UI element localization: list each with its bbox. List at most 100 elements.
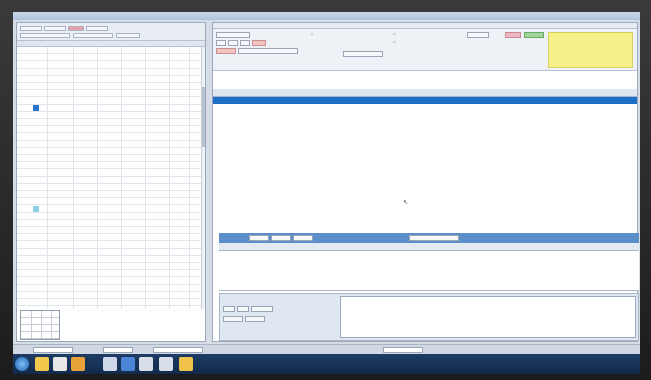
schedule-row[interactable] [17,90,203,98]
detail-tool-button[interactable] [249,235,269,241]
schedule-row[interactable] [17,220,203,227]
toolbar-option-check[interactable]: ☐ [393,41,395,44]
folder-icon[interactable] [179,357,193,371]
record-table-body[interactable]: ↖ [213,97,637,233]
schedule-row[interactable] [17,277,203,285]
status-bar [13,344,640,354]
schedule-row[interactable] [17,47,203,55]
schedule-row[interactable] [17,133,203,141]
table-row[interactable] [213,104,637,111]
schedule-row[interactable] [17,234,203,242]
schedule-row[interactable] [17,256,203,263]
schedule-row[interactable] [17,205,203,213]
schedule-tab-1[interactable] [20,26,42,31]
schedule-row[interactable] [17,169,203,177]
schedule-row[interactable] [17,76,203,83]
notes-button[interactable] [251,306,273,312]
toolbar-action-button[interactable] [343,51,383,57]
status-field [103,347,133,353]
schedule-row[interactable] [17,112,203,119]
toolbar-button-pink[interactable] [505,32,521,38]
schedule-scrollbar[interactable] [201,47,205,309]
schedule-filter-button[interactable] [73,33,113,38]
schedule-row[interactable] [17,241,203,249]
notes-textarea[interactable] [340,296,636,338]
schedule-row[interactable] [17,148,203,155]
detail-tool-button[interactable] [271,235,291,241]
schedule-row[interactable] [17,263,203,271]
schedule-row[interactable] [17,69,203,76]
mouse-cursor-icon: ↖ [403,199,409,206]
schedule-row[interactable] [17,141,203,148]
schedule-tab-5[interactable] [20,33,70,38]
screen: ○ ☐ ☐ ↖ [13,12,640,374]
schedule-row[interactable] [17,198,203,206]
table-row[interactable] [213,97,637,104]
detail-table-header [219,243,639,251]
toolbar-option-radio[interactable]: ○ [311,33,313,36]
media-icon[interactable] [53,357,67,371]
schedule-row[interactable] [17,105,203,112]
schedule-row[interactable] [17,155,203,163]
explorer-icon[interactable] [35,357,49,371]
mini-divider [41,311,42,339]
toolbar-button-5[interactable] [252,40,266,46]
detail-toolbar [219,235,639,241]
schedule-row[interactable] [17,299,203,307]
mini-divider [51,311,52,339]
app-icon[interactable] [139,357,153,371]
notes-button[interactable] [245,316,265,322]
schedule-row[interactable] [17,191,203,199]
schedule-row[interactable] [17,162,203,170]
schedule-row[interactable] [17,54,203,62]
schedule-row[interactable] [17,184,203,191]
schedule-row[interactable] [17,177,203,184]
schedule-tab-2[interactable] [44,26,66,31]
schedule-grid[interactable] [17,47,203,309]
mini-row [21,325,59,332]
detail-tool-button[interactable] [293,235,313,241]
toolbar-button-2[interactable] [216,40,226,46]
notes-button[interactable] [223,306,235,312]
schedule-row[interactable] [17,126,203,134]
app-icon[interactable] [121,357,135,371]
app-icon[interactable] [103,357,117,371]
status-field [33,347,73,353]
browser-icon[interactable] [71,357,85,371]
main-panel: ○ ☐ ☐ ↖ [212,22,639,342]
notes-button[interactable] [237,306,249,312]
schedule-row[interactable] [17,83,203,91]
schedule-tab-3[interactable] [68,26,84,31]
detail-table-body[interactable] [219,251,639,291]
schedule-row[interactable] [17,292,203,299]
schedule-row[interactable] [17,97,203,105]
memo-note[interactable] [548,32,633,68]
schedule-row[interactable] [17,61,203,69]
notes-button[interactable] [223,316,243,322]
toolbar-button-green[interactable] [524,32,544,38]
schedule-option-button[interactable] [116,33,140,38]
schedule-row[interactable] [17,119,203,127]
grid-divider [47,47,48,309]
toolbar-button-7[interactable] [467,32,489,38]
schedule-row[interactable] [17,213,203,220]
toolbar-button-1[interactable] [216,32,250,38]
app-icon[interactable] [159,357,173,371]
toolbar-option-check[interactable]: ☐ [393,33,395,36]
start-button-icon[interactable] [15,357,29,371]
schedule-row[interactable] [17,285,203,292]
schedule-row[interactable] [17,270,203,278]
toolbar-field[interactable] [238,48,298,54]
schedule-panel [16,22,206,342]
grid-divider [73,47,74,309]
schedule-row[interactable] [17,249,203,256]
toolbar-button-4[interactable] [240,40,250,46]
detail-tool-button[interactable] [409,235,459,241]
schedule-row[interactable] [17,227,203,235]
grid-divider [169,47,170,309]
toolbar-button-3[interactable] [228,40,238,46]
scrollbar-thumb[interactable] [202,87,205,147]
toolbar-button-6[interactable] [216,48,236,54]
record-table-header [213,89,637,97]
schedule-tab-4[interactable] [86,26,108,31]
